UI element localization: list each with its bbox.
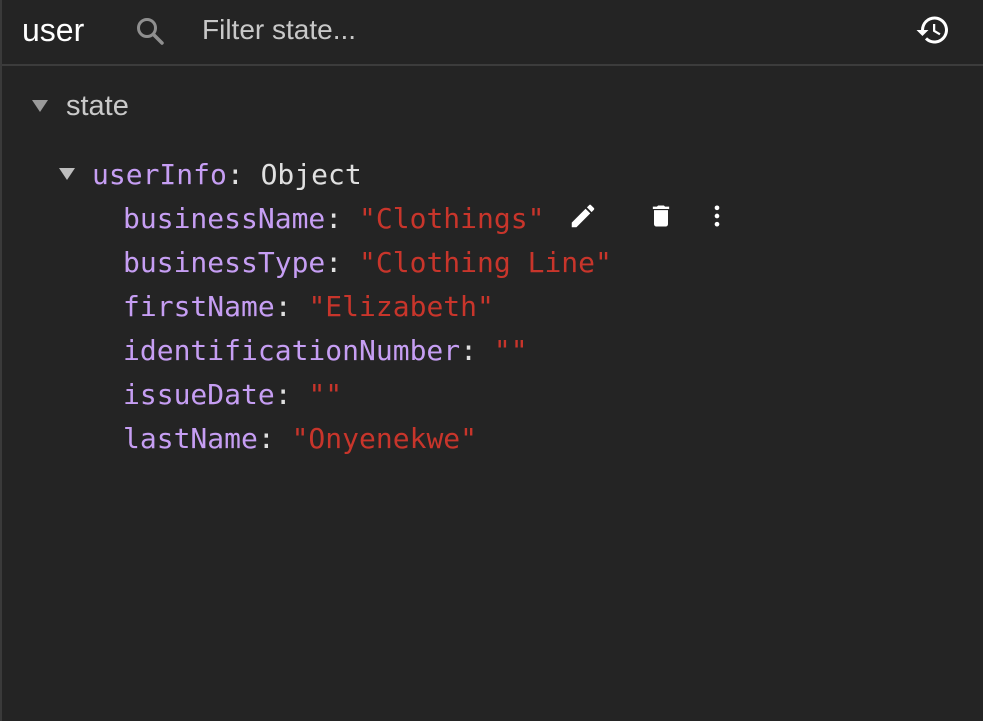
property-value[interactable]: "Clothings" (359, 202, 544, 235)
colon: : (226, 157, 261, 191)
property-key: identificationNumber (123, 333, 461, 367)
more-vertical-icon (703, 202, 731, 235)
colon: : (274, 377, 309, 411)
property-key: issueDate (123, 377, 275, 411)
object-node-userinfo[interactable]: userInfo : Object (59, 154, 362, 194)
colon: : (325, 245, 360, 279)
colon: : (325, 201, 360, 235)
caret-down-icon (32, 100, 48, 112)
trash-icon (647, 202, 675, 235)
caret-down-icon (59, 168, 75, 180)
history-icon (915, 12, 951, 53)
property-row[interactable]: identificationNumber : "" (123, 330, 528, 370)
property-value[interactable]: "Clothing Line" (359, 246, 612, 279)
state-section-toggle[interactable]: state (32, 86, 129, 126)
property-row[interactable]: issueDate : "" (123, 374, 342, 414)
filter-state-input[interactable] (200, 8, 704, 52)
colon: : (257, 421, 292, 455)
colon: : (274, 289, 309, 323)
search-icon (134, 15, 166, 47)
property-value[interactable]: "Onyenekwe" (292, 422, 477, 455)
property-value[interactable]: "Elizabeth" (308, 290, 493, 323)
component-name: user (22, 12, 85, 48)
state-section-label: state (66, 89, 129, 122)
edit-value-button[interactable] (566, 201, 600, 235)
property-key: businessName (123, 201, 326, 235)
inspector-toolbar: user (2, 0, 983, 66)
property-row[interactable]: firstName : "Elizabeth" (123, 286, 494, 326)
object-key: userInfo (92, 157, 227, 191)
colon: : (460, 333, 494, 367)
property-key: businessType (123, 245, 326, 279)
delete-property-button[interactable] (644, 201, 678, 235)
state-inspector-panel: user state userInfo : Object (0, 0, 983, 721)
property-key: lastName (123, 421, 258, 455)
property-key: firstName (123, 289, 275, 323)
property-row[interactable]: businessType : "Clothing Line" (123, 242, 612, 282)
pencil-icon (568, 201, 598, 236)
history-button[interactable] (913, 12, 953, 52)
property-value[interactable]: "" (494, 334, 528, 367)
property-value[interactable]: "" (308, 378, 342, 411)
property-row[interactable]: lastName : "Onyenekwe" (123, 418, 477, 458)
more-actions-button[interactable] (700, 201, 734, 235)
property-row[interactable]: businessName : "Clothings" (123, 198, 734, 238)
row-actions (566, 201, 734, 235)
object-type: Object (260, 157, 362, 191)
